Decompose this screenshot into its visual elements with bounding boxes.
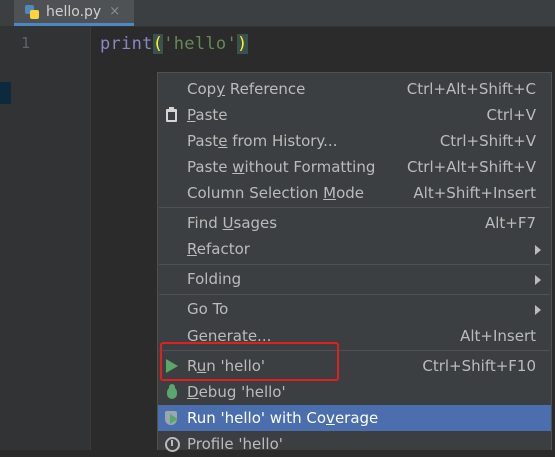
menu-item-label: Go To xyxy=(187,300,229,318)
editor-gutter xyxy=(0,26,91,450)
menu-item-label: Debug 'hello' xyxy=(187,383,286,401)
tab-hello-py[interactable]: hello.py × xyxy=(14,0,134,26)
tab-bar-gap xyxy=(0,0,14,26)
menu-item-paste-from-history[interactable]: Paste from History... Ctrl+Shift+V xyxy=(158,128,551,154)
menu-item-label: Profile 'hello' xyxy=(187,435,283,453)
paste-icon xyxy=(164,107,180,123)
coverage-icon xyxy=(164,410,180,426)
menu-item-label: Find Usages xyxy=(187,214,278,232)
code-open-paren: ( xyxy=(152,34,164,54)
tab-label: hello.py xyxy=(46,3,102,20)
menu-item-label: Run 'hello' with Coverage xyxy=(187,409,379,427)
menu-item-go-to[interactable]: Go To xyxy=(158,296,551,322)
code-keyword: print xyxy=(100,34,153,54)
menu-item-paste[interactable]: Paste Ctrl+V xyxy=(158,102,551,128)
code-string: 'hello' xyxy=(163,34,237,54)
menu-item-paste-without-formatting[interactable]: Paste without Formatting Ctrl+Alt+Shift+… xyxy=(158,154,551,180)
debug-icon xyxy=(164,384,180,400)
menu-separator xyxy=(159,207,550,208)
menu-item-shortcut: Ctrl+V xyxy=(486,106,536,124)
code-line[interactable]: print('hello') xyxy=(100,34,248,54)
menu-item-profile[interactable]: Profile 'hello' xyxy=(158,431,551,457)
menu-item-shortcut: Alt+Shift+Insert xyxy=(413,184,536,202)
menu-item-label: Refactor xyxy=(187,240,250,258)
menu-item-shortcut: Alt+F7 xyxy=(484,214,536,232)
close-icon[interactable]: × xyxy=(109,4,120,19)
menu-item-copy-reference[interactable]: Copy Reference Ctrl+Alt+Shift+C xyxy=(158,76,551,102)
menu-item-shortcut: Ctrl+Shift+V xyxy=(439,132,536,150)
menu-item-label: Paste from History... xyxy=(187,132,338,150)
submenu-arrow-icon xyxy=(535,275,541,285)
highlight-annotation-box xyxy=(160,342,339,381)
menu-item-debug[interactable]: Debug 'hello' xyxy=(158,379,551,405)
menu-item-refactor[interactable]: Refactor xyxy=(158,236,551,262)
menu-item-run-with-coverage[interactable]: Run 'hello' with Coverage xyxy=(158,405,551,431)
menu-item-label: Paste without Formatting xyxy=(187,158,376,176)
line-number: 1 xyxy=(20,34,30,52)
submenu-arrow-icon xyxy=(535,305,541,315)
menu-item-shortcut: Ctrl+Shift+F10 xyxy=(422,357,536,375)
menu-item-shortcut: Alt+Insert xyxy=(460,327,536,345)
menu-item-column-selection-mode[interactable]: Column Selection Mode Alt+Shift+Insert xyxy=(158,180,551,206)
menu-item-label: Folding xyxy=(187,270,242,288)
menu-item-label: Copy Reference xyxy=(187,80,306,98)
menu-separator xyxy=(159,294,550,295)
menu-separator xyxy=(159,264,550,265)
menu-item-label: Column Selection Mode xyxy=(187,184,364,202)
python-file-icon xyxy=(24,4,40,20)
submenu-arrow-icon xyxy=(535,245,541,255)
gutter-marker xyxy=(0,82,11,104)
context-menu: Copy Reference Ctrl+Alt+Shift+C Paste Ct… xyxy=(157,72,552,453)
editor-tab-bar: hello.py × xyxy=(0,0,555,27)
menu-item-folding[interactable]: Folding xyxy=(158,266,551,292)
menu-item-shortcut: Ctrl+Alt+Shift+C xyxy=(406,80,536,98)
code-close-paren: ) xyxy=(236,34,248,54)
menu-item-shortcut: Ctrl+Alt+Shift+V xyxy=(406,158,536,176)
menu-item-label: Paste xyxy=(187,106,228,124)
menu-item-find-usages[interactable]: Find Usages Alt+F7 xyxy=(158,210,551,236)
